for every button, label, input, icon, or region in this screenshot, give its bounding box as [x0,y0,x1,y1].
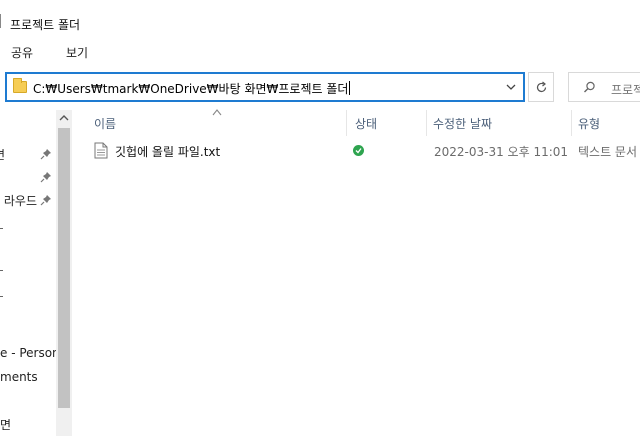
refresh-button[interactable] [528,72,554,102]
nav-item-desktop[interactable]: 면 [0,416,56,434]
search-icon [584,81,595,93]
scroll-thumb[interactable] [58,128,70,408]
window-title: 프로젝트 폴더 [10,18,81,32]
title-separator [0,14,1,28]
file-name[interactable]: 깃헙에 올릴 파일.txt [115,143,220,160]
pin-icon [40,149,51,160]
address-path[interactable]: C:₩Users₩tmark₩OneDrive₩바탕 화면₩프로젝트 폴더 [33,80,350,97]
column-header-type[interactable]: 유형 [578,115,600,141]
title-bar: 프로젝트 폴더 [0,0,640,38]
pin-icon [40,195,51,206]
nav-item-documents[interactable]: ments [0,370,56,388]
tab-share[interactable]: 공유 [11,44,33,61]
pin-icon [40,172,51,183]
column-divider[interactable] [426,110,427,136]
text-file-icon [94,142,108,159]
refresh-icon [536,81,547,93]
column-header-name[interactable]: 이름 [94,115,116,141]
nav-item[interactable] [0,270,3,271]
nav-item[interactable] [0,228,3,229]
sync-check-icon [355,148,362,154]
file-type: 텍스트 문서 [578,145,638,159]
folder-icon [13,78,27,93]
address-row: C:₩Users₩tmark₩OneDrive₩바탕 화면₩프로젝트 폴더 프로… [0,66,640,110]
nav-scrollbar[interactable] [56,110,72,436]
column-header-modified[interactable]: 수정한 날짜 [433,115,492,141]
file-row[interactable]: 깃헙에 올릴 파일.txt 2022-03-31 오후 11:01 텍스트 문서 [88,140,640,162]
search-box[interactable]: 프로젝 [568,72,640,102]
tab-view[interactable]: 보기 [66,44,88,61]
dropdown-icon[interactable] [503,79,519,95]
sync-status [353,145,364,156]
address-bar[interactable]: C:₩Users₩tmark₩OneDrive₩바탕 화면₩프로젝트 폴더 [5,72,525,102]
column-divider[interactable] [346,110,347,136]
nav-item[interactable] [0,296,3,297]
column-divider[interactable] [571,110,572,136]
search-placeholder: 프로젝 [611,83,640,97]
scroll-up-icon[interactable] [56,110,72,126]
sort-up-icon [212,109,222,116]
column-header-status[interactable]: 상태 [355,115,377,141]
ribbon: 공유 보기 [0,38,640,66]
file-modified: 2022-03-31 오후 11:01 [434,145,569,159]
